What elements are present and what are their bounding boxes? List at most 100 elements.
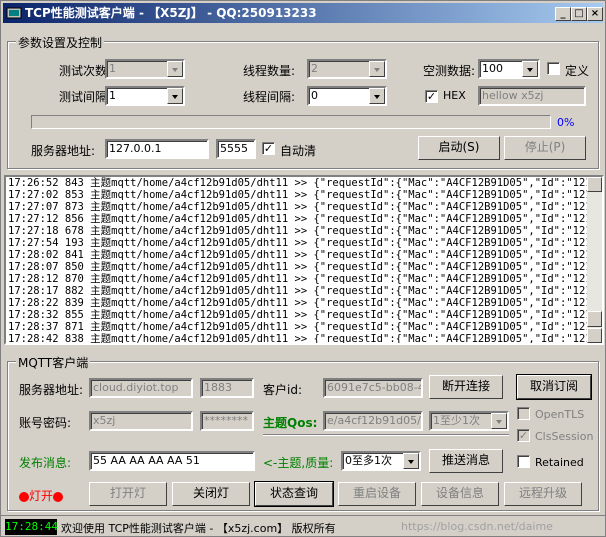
app-window: TCP性能测试客户端 - 【X5ZJ】 - QQ:250913233 _ □ ×…	[0, 0, 606, 537]
clssession-label: ClsSession	[535, 430, 594, 443]
light-status: 灯开	[19, 487, 64, 504]
log-line: 17:28:12 870 主题mqtt/home/a4cf12b91d05/dh…	[8, 273, 604, 285]
maximize-button[interactable]: □	[571, 7, 587, 21]
server-ip-field[interactable]: 127.0.0.1	[105, 139, 209, 159]
account-user-field[interactable]: x5zj	[89, 411, 193, 431]
title-bar[interactable]: TCP性能测试客户端 - 【X5ZJ】 - QQ:250913233 _ □ ×	[3, 3, 603, 23]
test-interval-combo[interactable]: 1	[105, 86, 185, 106]
test-interval-label: 测试间隔:	[59, 90, 112, 104]
thread-interval-label: 线程间隔:	[243, 90, 296, 104]
client-id-label: 客户id:	[263, 383, 302, 397]
hex-data-field[interactable]: hellow x5zj	[478, 86, 586, 106]
close-light-button[interactable]: 关闭灯	[172, 482, 250, 506]
restart-device-button[interactable]: 重启设备	[338, 482, 416, 506]
chevron-down-icon[interactable]	[491, 413, 507, 429]
log-line: 17:27:07 873 主题mqtt/home/a4cf12b91d05/dh…	[8, 201, 604, 213]
empty-test-value: 100	[482, 62, 503, 75]
log-line: 17:28:17 882 主题mqtt/home/a4cf12b91d05/dh…	[8, 285, 604, 297]
thread-interval-combo[interactable]: 0	[307, 86, 387, 106]
chevron-down-icon[interactable]	[369, 88, 385, 104]
log-scrollbar[interactable]	[587, 177, 602, 343]
divider	[263, 434, 509, 436]
thread-interval-value: 0	[311, 89, 318, 102]
log-line: 17:27:02 853 主题mqtt/home/a4cf12b91d05/dh…	[8, 189, 604, 201]
clssession-checkbox[interactable]: ✓	[517, 429, 530, 442]
log-line: 17:27:54 193 主题mqtt/home/a4cf12b91d05/dh…	[8, 237, 604, 249]
auto-clear-label: 自动清	[280, 144, 317, 158]
server-address-label: 服务器地址:	[31, 144, 96, 158]
log-textarea[interactable]: 17:26:52 843 主题mqtt/home/a4cf12b91d05/dh…	[4, 175, 604, 345]
disconnect-button[interactable]: 断开连接	[429, 375, 503, 399]
mqtt-group-title: MQTT客户端	[16, 354, 91, 371]
scroll-up-icon[interactable]	[587, 177, 602, 192]
mqtt-server-port-field[interactable]: 1883	[200, 378, 254, 398]
topic-qos-value: 1至少1次	[433, 414, 480, 427]
topic-qos-label: 主题Qos:	[263, 416, 318, 430]
publish-label: 发布消息:	[19, 456, 72, 470]
test-count-value: 1	[109, 62, 116, 75]
params-group-title: 参数设置及控制	[16, 34, 105, 51]
mqtt-server-host-field[interactable]: cloud.diyiot.top	[89, 378, 193, 398]
status-bar: 17:28:44 欢迎使用 TCP性能测试客户端 - 【x5zj.com】 版权…	[1, 515, 606, 537]
watermark-text: https://blog.csdn.net/daime	[401, 520, 553, 533]
retained-label: Retained	[535, 456, 584, 469]
scroll-thumb[interactable]	[587, 311, 602, 327]
opentls-checkbox[interactable]	[517, 407, 530, 420]
opentls-label: OpenTLS	[535, 408, 585, 421]
app-icon	[6, 7, 22, 19]
progress-text: 0%	[557, 116, 575, 129]
publish-qos-combo[interactable]: 0至多1次	[341, 451, 421, 471]
log-line: 17:28:32 855 主题mqtt/home/a4cf12b91d05/dh…	[8, 309, 604, 321]
empty-test-label: 空测数据:	[423, 64, 476, 78]
log-line: 17:28:42 838 主题mqtt/home/a4cf12b91d05/dh…	[8, 333, 604, 345]
progress-bar	[31, 115, 551, 129]
log-line: 17:28:07 850 主题mqtt/home/a4cf12b91d05/dh…	[8, 261, 604, 273]
log-line: 17:28:02 841 主题mqtt/home/a4cf12b91d05/dh…	[8, 249, 604, 261]
topic-field[interactable]: e/a4cf12b91d05/#	[323, 411, 423, 431]
scroll-down-icon[interactable]	[587, 328, 602, 343]
close-button[interactable]: ×	[587, 7, 603, 21]
log-line: 17:27:18 678 主题mqtt/home/a4cf12b91d05/dh…	[8, 225, 604, 237]
light-on-icon	[19, 491, 29, 502]
thread-count-value: 2	[311, 62, 318, 75]
mqtt-server-label: 服务器地址:	[19, 383, 84, 397]
publish-message-field[interactable]: 55 AA AA AA AA 51	[89, 451, 255, 471]
thread-count-combo: 2	[307, 59, 387, 79]
empty-test-combo[interactable]: 100	[478, 59, 540, 79]
log-line: 17:27:12 856 主题mqtt/home/a4cf12b91d05/dh…	[8, 213, 604, 225]
chevron-down-icon	[167, 61, 183, 77]
server-port-field[interactable]: 5555	[216, 139, 256, 159]
light-status-label: 灯开	[29, 489, 54, 503]
window-title: TCP性能测试客户端 - 【X5ZJ】 - QQ:250913233	[25, 6, 317, 20]
chevron-down-icon[interactable]	[522, 61, 538, 77]
topic-qos-combo[interactable]: 1至少1次	[429, 411, 509, 431]
define-checkbox[interactable]	[547, 62, 560, 75]
log-line: 17:28:22 839 主题mqtt/home/a4cf12b91d05/dh…	[8, 297, 604, 309]
test-interval-value: 1	[109, 89, 116, 102]
account-password-field[interactable]: ********	[200, 411, 254, 431]
chevron-down-icon[interactable]	[167, 88, 183, 104]
test-count-label: 测试次数:	[59, 64, 112, 78]
test-count-combo: 1	[105, 59, 185, 79]
hex-checkbox[interactable]: ✓	[425, 90, 438, 103]
chevron-down-icon[interactable]	[403, 453, 419, 469]
chevron-down-icon	[369, 61, 385, 77]
unsubscribe-button[interactable]: 取消订阅	[516, 374, 592, 400]
retained-checkbox[interactable]	[517, 455, 530, 468]
minimize-button[interactable]: _	[555, 7, 571, 21]
stop-button[interactable]: 停止(P)	[504, 136, 586, 160]
client-id-field[interactable]: 6091e7c5-bb08-4d	[323, 378, 423, 398]
remote-upgrade-button[interactable]: 远程升级	[504, 482, 582, 506]
auto-clear-checkbox[interactable]: ✓	[262, 142, 275, 155]
log-line: 17:26:52 843 主题mqtt/home/a4cf12b91d05/dh…	[8, 177, 604, 189]
status-message: 欢迎使用 TCP性能测试客户端 - 【x5zj.com】 版权所有	[61, 522, 336, 535]
account-label: 账号密码:	[19, 416, 72, 430]
status-query-button[interactable]: 状态查询	[254, 481, 334, 507]
open-light-button[interactable]: 打开灯	[89, 482, 167, 506]
start-button[interactable]: 启动(S)	[418, 136, 500, 160]
push-message-button[interactable]: 推送消息	[429, 449, 503, 473]
hex-label: HEX	[443, 89, 466, 102]
device-info-button[interactable]: 设备信息	[421, 482, 499, 506]
publish-hint: <-主题,质量:	[263, 456, 334, 470]
publish-qos-value: 0至多1次	[345, 454, 392, 467]
